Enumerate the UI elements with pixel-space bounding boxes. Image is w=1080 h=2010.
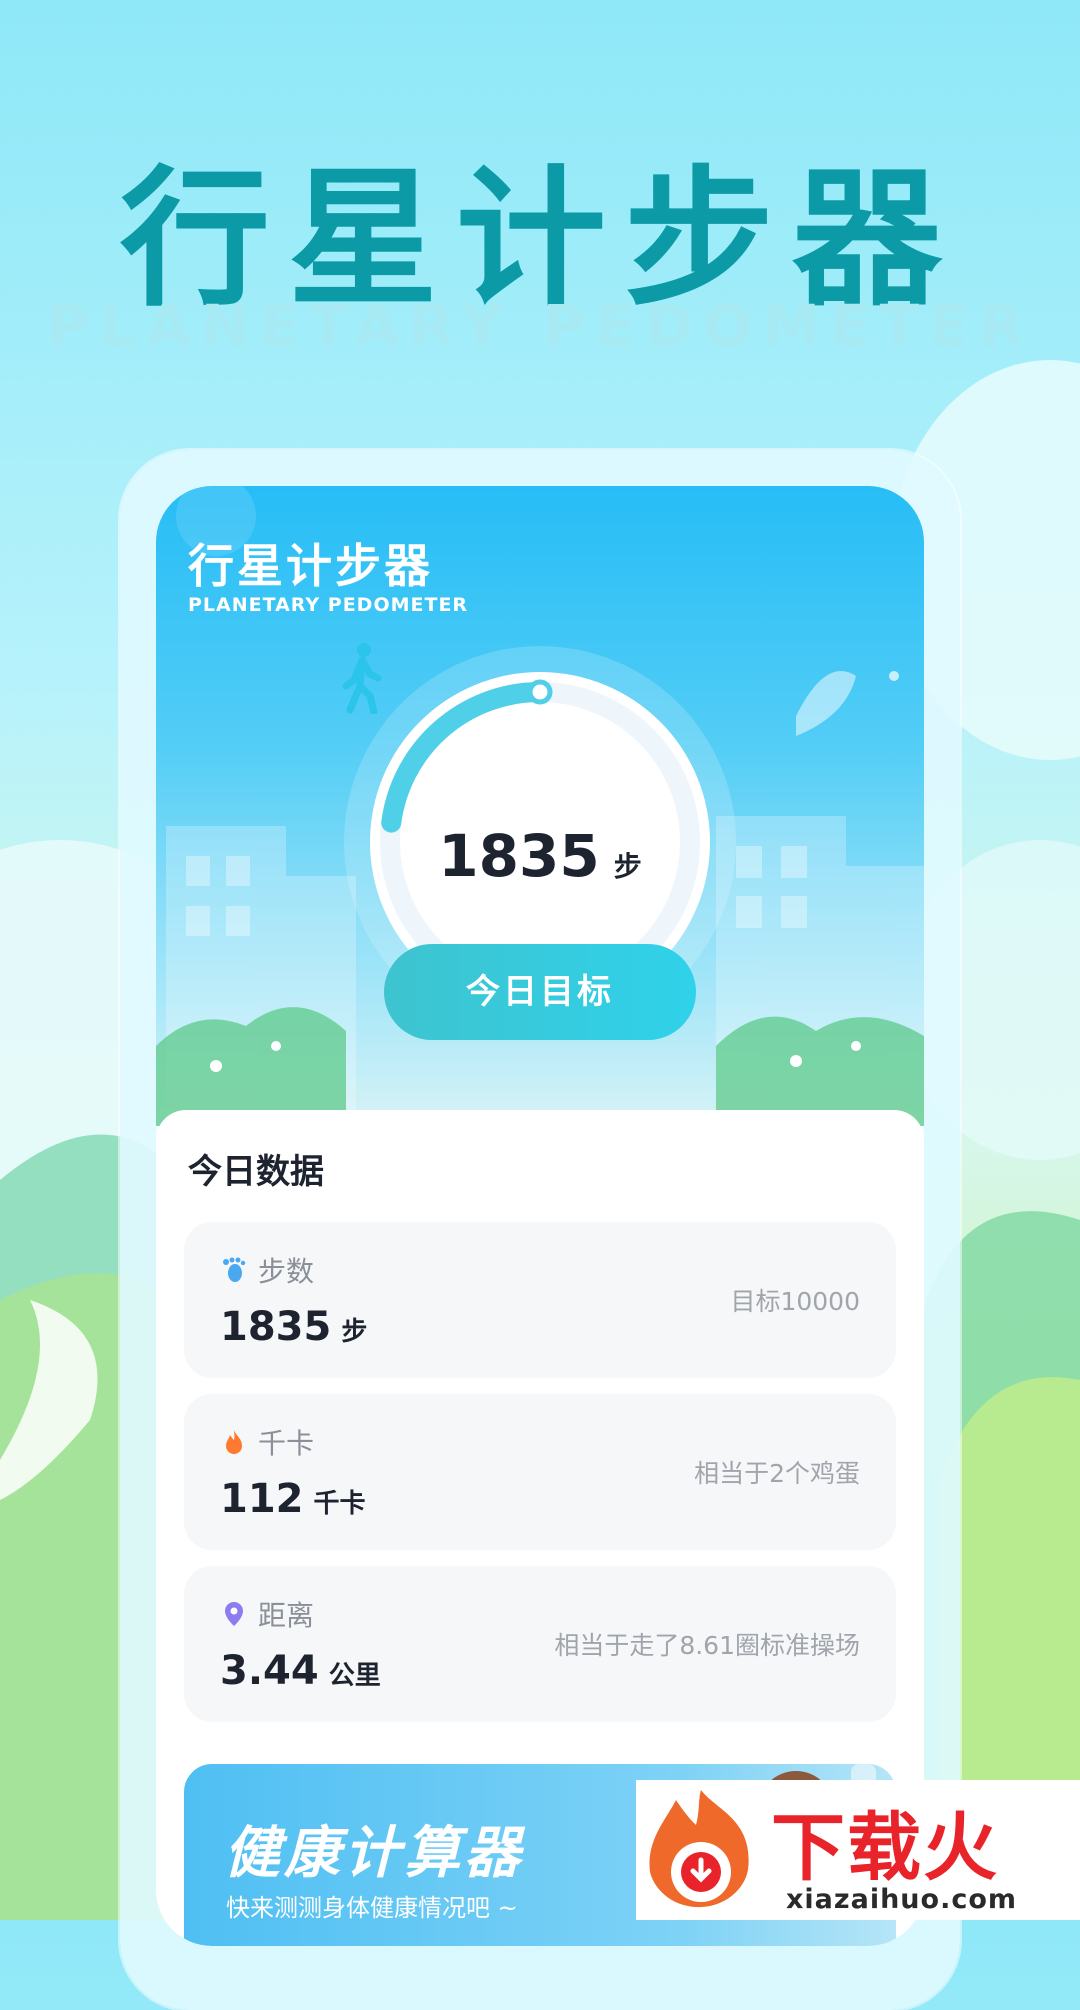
step-count: 1835 步 — [340, 822, 740, 890]
watermark-brand: 下载火 — [771, 1805, 999, 1891]
footprint-icon — [223, 1257, 246, 1282]
app-title: 行星计步器 — [188, 539, 433, 593]
step-count-unit: 步 — [613, 850, 642, 883]
stat-row-distance[interactable]: 距离 3.44 公里 相当于走了8.61圈标准操场 — [184, 1566, 896, 1722]
walking-person-icon — [342, 643, 382, 714]
today-goal-button[interactable]: 今日目标 — [384, 944, 696, 1040]
watermark-logo: 下载火 xiazaihuo.com — [636, 1780, 1080, 1920]
stat-value: 112 — [220, 1476, 304, 1522]
location-pin-icon — [225, 1602, 243, 1626]
progress-knob — [527, 679, 553, 705]
stat-unit: 公里 — [328, 1661, 381, 1691]
stat-value: 1835 — [220, 1304, 332, 1350]
stat-label: 距离 — [258, 1599, 315, 1632]
flame-logo-icon — [649, 1790, 749, 1908]
flame-icon — [226, 1430, 242, 1454]
hero-subtitle: PLANETARY PEDOMETER — [46, 292, 1034, 360]
stat-unit: 千卡 — [313, 1489, 366, 1519]
stat-unit: 步 — [341, 1317, 368, 1347]
calc-banner-title: 健康计算器 — [224, 1821, 524, 1886]
stat-row-calories[interactable]: 千卡 112 千卡 相当于2个鸡蛋 — [184, 1394, 896, 1550]
app-screen: 行星计步器 PLANETARY PEDOMETER 1835 步 今日目标 今日数… — [156, 486, 924, 1946]
stat-note: 相当于走了8.61圈标准操场 — [554, 1631, 860, 1660]
stat-label: 步数 — [258, 1255, 315, 1288]
watermark-url: xiazaihuo.com — [786, 1884, 1018, 1915]
header-area: 行星计步器 PLANETARY PEDOMETER 1835 步 今日目标 — [156, 486, 924, 1126]
stat-note: 相当于2个鸡蛋 — [694, 1459, 860, 1488]
stat-row-steps[interactable]: 步数 1835 步 目标10000 — [184, 1222, 896, 1378]
stat-value: 3.44 — [220, 1648, 319, 1694]
calc-banner-subtitle: 快来测测身体健康情况吧 ~ — [226, 1894, 518, 1922]
app-subtitle: PLANETARY PEDOMETER — [188, 594, 469, 616]
step-count-value: 1835 — [438, 822, 600, 890]
stat-label: 千卡 — [258, 1427, 315, 1460]
today-data-title: 今日数据 — [188, 1152, 324, 1192]
stat-note: 目标10000 — [730, 1287, 860, 1316]
